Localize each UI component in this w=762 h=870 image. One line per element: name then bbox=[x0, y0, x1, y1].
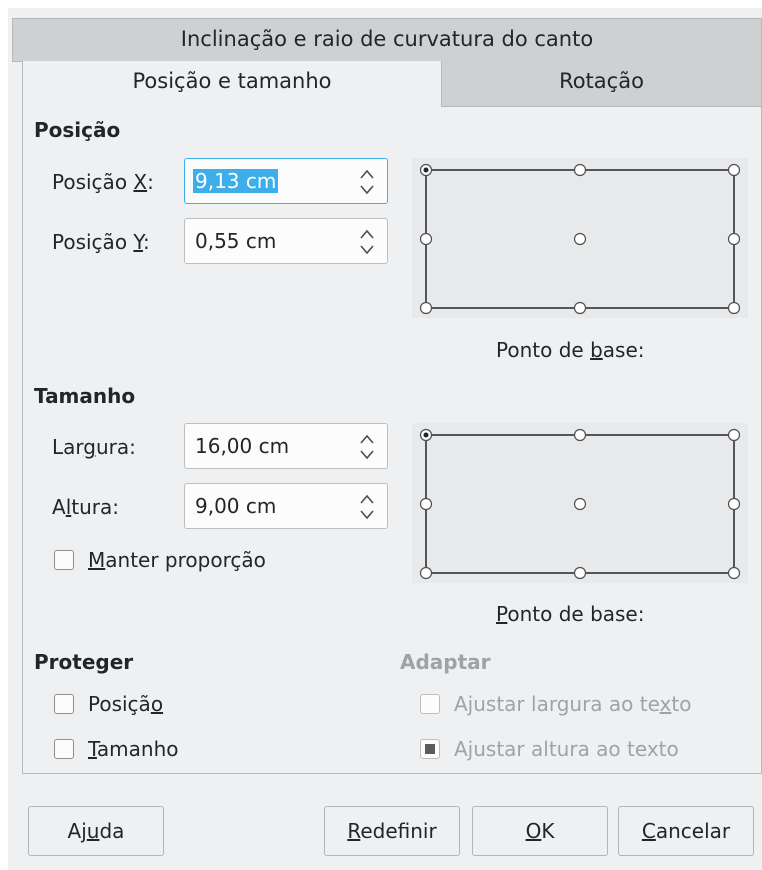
checkbox-box[interactable] bbox=[420, 739, 440, 759]
size-heading: Tamanho bbox=[34, 384, 136, 408]
help-button[interactable]: Ajuda bbox=[28, 806, 164, 856]
fit-width-label: Ajustar largura ao texto bbox=[454, 692, 692, 716]
position-base-point-selector[interactable] bbox=[412, 158, 748, 318]
tab-label: Rotação bbox=[559, 69, 644, 93]
adapt-heading: Adaptar bbox=[400, 650, 491, 674]
fit-height-label: Ajustar altura ao texto bbox=[454, 737, 679, 761]
height-value: 9,00 cm bbox=[195, 494, 277, 518]
spin-arrows-icon[interactable] bbox=[357, 490, 377, 524]
checkbox-box[interactable] bbox=[54, 694, 74, 714]
position-y-value: 0,55 cm bbox=[195, 229, 277, 253]
protect-position-label: Posição bbox=[88, 692, 164, 716]
tab-rotation[interactable]: Rotação bbox=[442, 61, 762, 107]
position-y-label: Posição Y: bbox=[52, 230, 150, 254]
spin-arrows-icon[interactable] bbox=[357, 165, 377, 199]
ok-button[interactable]: OK bbox=[472, 806, 608, 856]
size-base-point-selector[interactable] bbox=[412, 423, 748, 583]
position-y-field[interactable]: 0,55 cm bbox=[184, 218, 388, 264]
checkbox-box[interactable] bbox=[420, 694, 440, 714]
tab-slant-corner-radius[interactable]: Inclinação e raio de curvatura do canto bbox=[12, 18, 762, 62]
keep-ratio-checkbox[interactable]: Manter proporção bbox=[54, 548, 266, 572]
fit-width-checkbox[interactable]: Ajustar largura ao texto bbox=[420, 692, 691, 716]
size-base-point-label: Ponto de base: bbox=[496, 602, 645, 626]
position-x-value: 9,13 cm bbox=[193, 169, 279, 193]
reset-button[interactable]: Redefinir bbox=[324, 806, 460, 856]
width-label: Largura: bbox=[52, 435, 136, 459]
checkbox-box[interactable] bbox=[54, 739, 74, 759]
height-label: Altura: bbox=[52, 495, 119, 519]
spin-arrows-icon[interactable] bbox=[357, 225, 377, 259]
protect-heading: Proteger bbox=[34, 650, 134, 674]
position-x-label: Posição X: bbox=[52, 170, 154, 194]
keep-ratio-label: Manter proporção bbox=[88, 548, 266, 572]
tab-position-size[interactable]: Posição e tamanho bbox=[22, 61, 442, 107]
position-base-point-label: Ponto de base: bbox=[496, 338, 645, 362]
width-value: 16,00 cm bbox=[195, 434, 290, 458]
height-field[interactable]: 9,00 cm bbox=[184, 483, 388, 529]
protect-position-checkbox[interactable]: Posição bbox=[54, 692, 163, 716]
position-heading: Posição bbox=[34, 118, 121, 142]
protect-size-label: Tamanho bbox=[88, 737, 179, 761]
spin-arrows-icon[interactable] bbox=[357, 430, 377, 464]
checkbox-box[interactable] bbox=[54, 550, 74, 570]
cancel-button[interactable]: Cancelar bbox=[618, 806, 754, 856]
tab-label: Inclinação e raio de curvatura do canto bbox=[180, 27, 594, 51]
protect-size-checkbox[interactable]: Tamanho bbox=[54, 737, 179, 761]
fit-height-checkbox[interactable]: Ajustar altura ao texto bbox=[420, 737, 679, 761]
width-field[interactable]: 16,00 cm bbox=[184, 423, 388, 469]
position-x-field[interactable]: 9,13 cm bbox=[184, 158, 388, 204]
tab-label: Posição e tamanho bbox=[132, 69, 332, 93]
